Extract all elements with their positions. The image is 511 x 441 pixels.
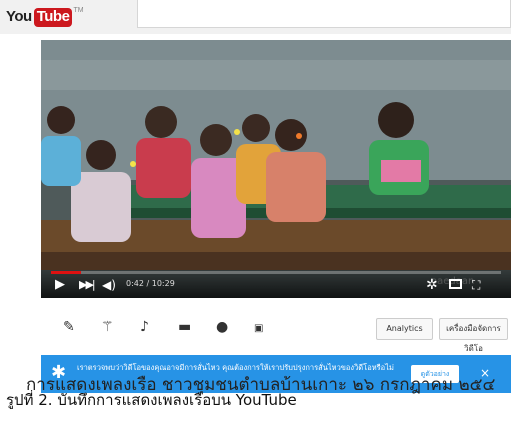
- pencil-icon[interactable]: ✎: [63, 319, 75, 335]
- fullscreen-icon[interactable]: ⛶: [472, 277, 480, 293]
- edit-toolbar: ✎ ⚚ ♪ ▬ ● ▣ Analytics เครื่องมือจัดการวิ…: [41, 311, 511, 353]
- gear-icon[interactable]: ✲: [426, 277, 438, 293]
- video-player[interactable]: oaedaan ▶ ▶▶| ◀) 0:42 / 10:29 ✲ ⛶: [41, 40, 511, 298]
- video-frame: [41, 40, 511, 298]
- music-note-icon[interactable]: ♪: [140, 319, 149, 335]
- play-icon[interactable]: ▶: [55, 277, 65, 293]
- logo-trademark: TM: [73, 7, 84, 14]
- info-icon[interactable]: ●: [216, 319, 228, 335]
- video-manager-button[interactable]: เครื่องมือจัดการวิดีโอ: [439, 318, 508, 353]
- player-controls: ▶ ▶▶| ◀) 0:42 / 10:29 ✲ ⛶: [41, 270, 511, 298]
- volume-icon[interactable]: ◀): [102, 277, 116, 293]
- magic-wand-icon[interactable]: ⚚: [101, 319, 114, 335]
- figure-caption: รูปที่ 2. บันทึกการแสดงเพลงเรือบน YouTub…: [6, 391, 297, 409]
- annotation-icon[interactable]: ▬: [178, 319, 191, 335]
- masthead: You Tube TM: [0, 0, 511, 34]
- progress-fill: [51, 271, 82, 274]
- theater-mode-icon[interactable]: [449, 279, 462, 289]
- logo-you-text: You: [6, 8, 32, 25]
- youtube-logo[interactable]: You Tube TM: [6, 6, 84, 28]
- analytics-button[interactable]: Analytics: [376, 318, 433, 340]
- logo-tube-text: Tube: [33, 8, 73, 27]
- time-display: 0:42 / 10:29: [126, 279, 175, 288]
- next-icon[interactable]: ▶▶|: [79, 277, 96, 293]
- progress-bar[interactable]: [51, 271, 501, 274]
- search-input[interactable]: [137, 0, 511, 28]
- captions-icon[interactable]: ▣: [254, 321, 263, 337]
- watch-page: oaedaan ▶ ▶▶| ◀) 0:42 / 10:29 ✲ ⛶ ✎ ⚚ ♪ …: [31, 34, 511, 404]
